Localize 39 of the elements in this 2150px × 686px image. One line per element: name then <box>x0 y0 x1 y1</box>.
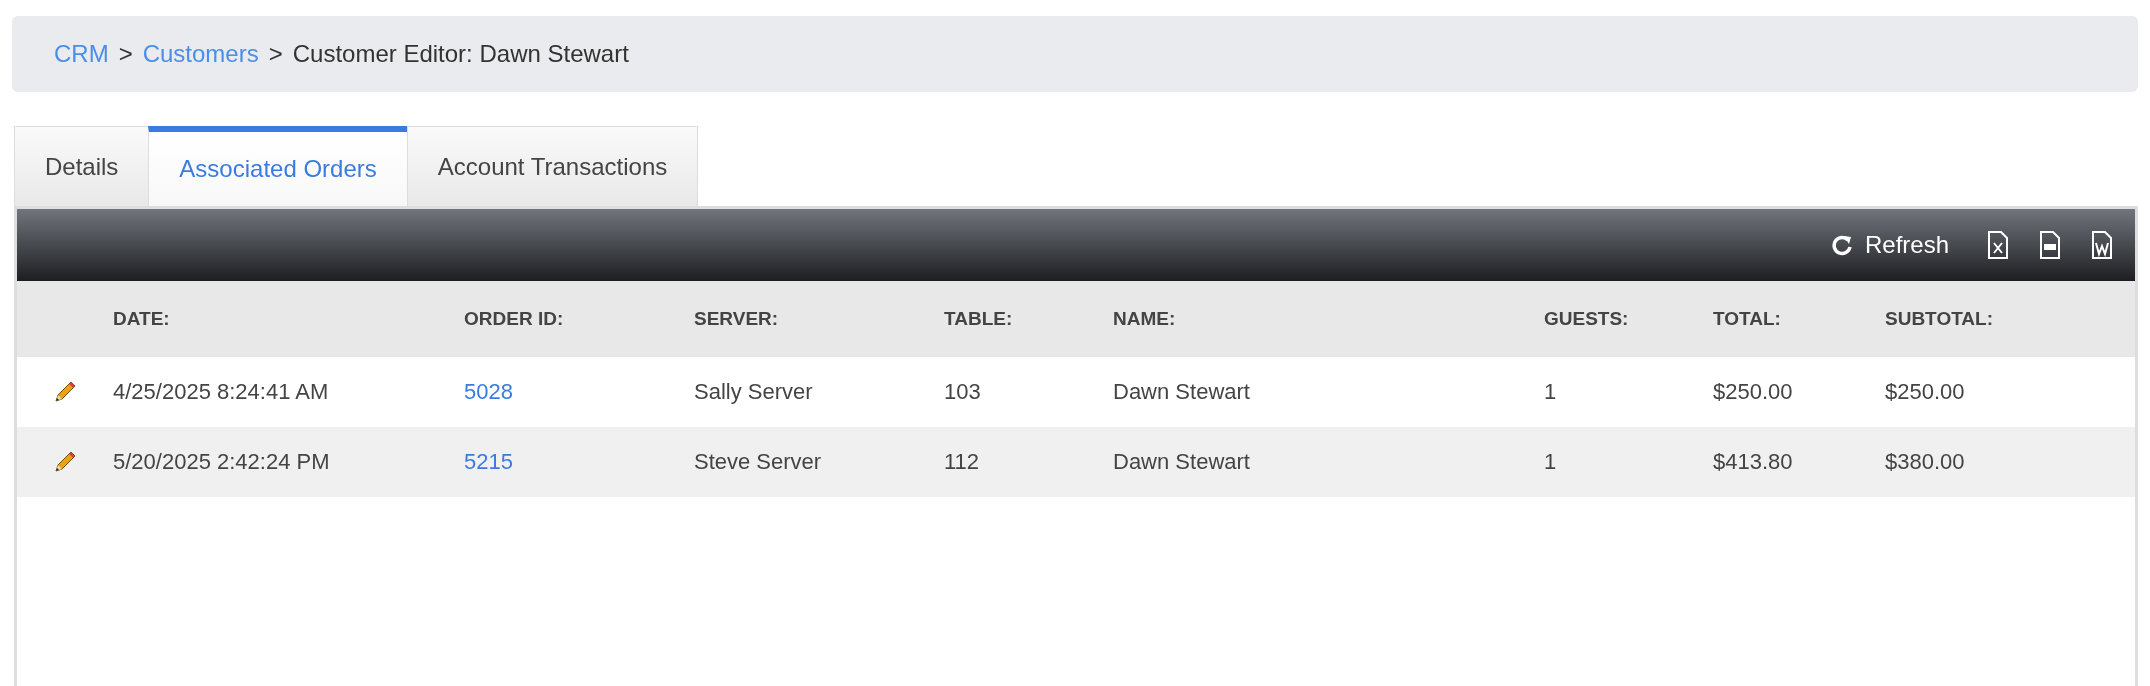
breadcrumb-separator: > <box>268 40 283 68</box>
table-cell-text: 5/20/2025 2:42:24 PM <box>113 449 331 475</box>
table-cell-text: 112 <box>944 449 981 475</box>
breadcrumb-separator: > <box>118 40 133 68</box>
tab[interactable]: Associated Orders <box>148 126 408 206</box>
table-cell-text: 1 <box>1544 449 1558 475</box>
breadcrumb-link[interactable]: CRM <box>54 40 109 68</box>
table-cell-text: 4/25/2025 8:24:41 AM <box>113 379 330 405</box>
column-header: ORDER ID: <box>464 308 565 330</box>
column-header: TOTAL: <box>1713 308 1782 330</box>
breadcrumb-link[interactable]: Customers <box>142 40 259 68</box>
column-header: TABLE: <box>944 308 1014 330</box>
table-cell-text: $413.80 <box>1713 449 1794 475</box>
column-header: DATE: <box>113 308 171 330</box>
table-cell-text: $250.00 <box>1885 379 1966 405</box>
table-cell-text: Steve Server <box>694 449 823 475</box>
column-header: SERVER: <box>694 308 780 330</box>
table-cell-text: 1 <box>1544 379 1558 405</box>
tab[interactable]: Account Transactions <box>406 126 699 206</box>
table-cell-text: 103 <box>944 379 982 405</box>
table-cell-text: Sally Server <box>694 379 814 405</box>
tab[interactable]: Details <box>14 126 150 206</box>
csv-export-icon[interactable] <box>2039 231 2061 259</box>
column-header: GUESTS: <box>1544 308 1630 330</box>
order-id-link[interactable]: 5028 <box>464 379 694 405</box>
pencil-icon[interactable] <box>52 379 78 405</box>
table-cell-text: Dawn Stewart <box>1113 449 1251 475</box>
table-cell-text: $250.00 <box>1713 379 1794 405</box>
excel-export-icon[interactable] <box>1987 231 2009 259</box>
order-id-link[interactable]: 5215 <box>464 449 694 475</box>
breadcrumb-current: Customer Editor: Dawn Stewart <box>292 40 629 68</box>
column-header: SUBTOTAL: <box>1885 308 1994 330</box>
refresh-icon <box>1830 234 1853 256</box>
table-cell-text: $380.00 <box>1885 449 1966 475</box>
pencil-icon[interactable] <box>52 449 78 475</box>
column-header: NAME: <box>1113 308 1177 330</box>
word-export-icon[interactable] <box>2091 231 2113 259</box>
table-cell-text: Dawn Stewart <box>1113 379 1251 405</box>
refresh-button[interactable]: Refresh <box>1830 231 1949 259</box>
